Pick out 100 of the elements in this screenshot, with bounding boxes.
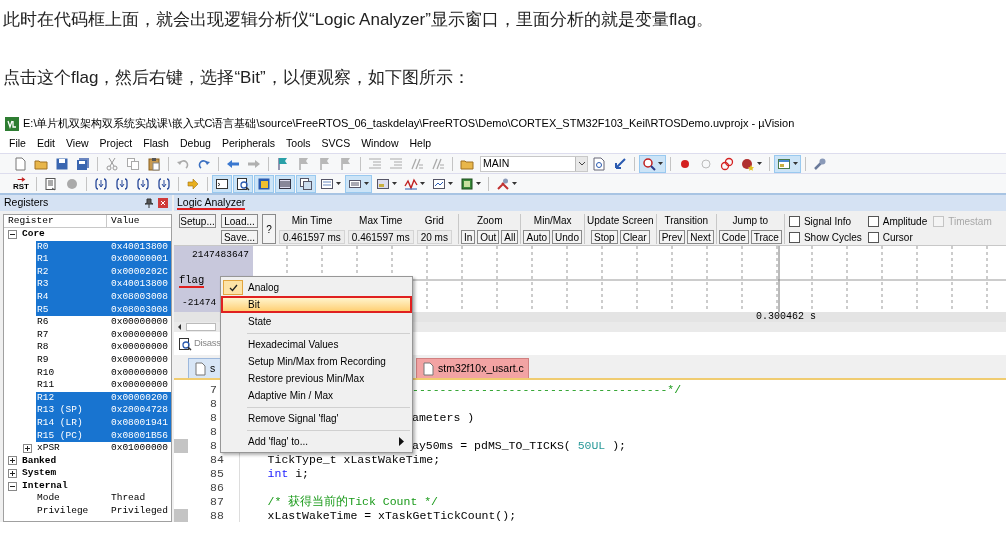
toolbar-button[interactable] (639, 154, 666, 173)
button[interactable]: Auto (523, 230, 551, 244)
checkbox[interactable] (788, 215, 800, 227)
expand-icon[interactable] (8, 456, 17, 466)
command-window-icon (215, 176, 229, 191)
tree-row[interactable]: xPSR 0x01000000 (36, 442, 171, 455)
selected-row[interactable]: R3 0x40013800 (36, 278, 171, 291)
menu-item[interactable]: Project (99, 135, 133, 152)
menu-item[interactable]: Bit (221, 296, 412, 313)
checkbox[interactable] (788, 231, 800, 243)
button[interactable]: Setup... (179, 214, 216, 228)
tree-row[interactable]: Core (21, 228, 171, 241)
editor-tab[interactable]: stm32f10x_usart.c (416, 358, 529, 378)
menu-item[interactable]: Peripherals (221, 135, 276, 152)
symbols-icon (257, 176, 271, 191)
menu-item[interactable]: Help (409, 135, 432, 152)
axis-max-label: 2147483647 (191, 248, 250, 261)
menu-item[interactable]: Tools (286, 135, 311, 152)
tree-row[interactable]: R11 0x00000000 (36, 379, 171, 392)
line-number: 88 (188, 509, 240, 522)
window-title: E:\单片机双架构双系统实战课\嵌入式C语言基础\source\FreeRTOS_06_taskdelay\FreeRTOS\Demo\CORTEX_STM32F103_Keil\RTOSDemo.uvprojx - µVision (23, 116, 795, 132)
column-header[interactable]: Register (4, 215, 107, 227)
tree-row[interactable]: Banked (21, 454, 171, 468)
tree-row[interactable]: Privilege Privileged (36, 505, 171, 518)
button[interactable]: Load... (221, 214, 258, 228)
tree-row[interactable]: R10 0x00000000 (36, 366, 171, 380)
comment-icon (431, 156, 445, 171)
selected-row[interactable]: R1 0x00000001 (36, 253, 171, 266)
button[interactable]: ? (262, 214, 276, 244)
toolbar-button[interactable] (212, 174, 232, 193)
button[interactable]: Undo (552, 230, 582, 244)
button[interactable]: In (460, 230, 476, 244)
tree-row[interactable]: Internal (21, 479, 171, 493)
submenu-arrow-icon (399, 437, 404, 446)
collapse-icon[interactable] (8, 481, 17, 491)
tree-row[interactable]: R9 0x00000000 (36, 353, 171, 367)
file-icon (421, 361, 435, 376)
tree-row[interactable]: System (21, 467, 171, 480)
column-header[interactable]: Value (107, 215, 140, 227)
button[interactable]: Out (477, 230, 500, 244)
target-select[interactable]: MAIN (480, 155, 588, 172)
button[interactable]: Next (687, 230, 714, 244)
comment-icon (410, 156, 424, 171)
checkbox-label: Cursor (882, 230, 913, 245)
signal-name[interactable]: flag (179, 274, 205, 288)
check-icon (228, 283, 238, 292)
selected-row[interactable]: R12 0x00000200 (36, 391, 171, 405)
caret-icon (392, 182, 397, 185)
tree-row[interactable]: R8 0x00000000 (36, 341, 171, 354)
menu-item[interactable]: Setup Min/Max from Recording (221, 353, 412, 370)
field-label: Max Time (359, 214, 403, 228)
scroll-thumb[interactable] (186, 323, 216, 331)
selected-row[interactable]: R13 (SP) 0x20004728 (36, 404, 171, 417)
button[interactable]: Clear (619, 230, 650, 244)
checkbox[interactable] (867, 215, 879, 227)
expand-icon[interactable] (8, 469, 17, 479)
bookmark-icon (297, 156, 311, 171)
menu-item[interactable]: Analog (221, 279, 412, 296)
checkbox[interactable] (867, 231, 879, 243)
pin-icon[interactable] (144, 198, 154, 208)
toolbar-button[interactable] (233, 174, 253, 193)
button[interactable]: Trace (750, 230, 782, 244)
bookmark-icon (339, 156, 353, 171)
button[interactable]: Prev (658, 230, 686, 244)
tree-row[interactable]: R7 0x00000000 (36, 328, 171, 342)
button[interactable]: Stop (591, 230, 618, 244)
collapse-icon[interactable] (8, 229, 17, 239)
menu-item[interactable]: State (221, 313, 412, 330)
panel-title: Registers (4, 195, 49, 211)
circle-icon (699, 156, 713, 171)
expand-icon[interactable] (23, 443, 32, 453)
button[interactable]: Code (718, 230, 749, 244)
toolbar-button[interactable] (275, 174, 295, 193)
tree-row[interactable]: R6 0x00000000 (36, 316, 171, 329)
group-label: Min/Max (533, 214, 572, 228)
line-number: 85 (188, 467, 240, 481)
menu-item[interactable]: Flash (143, 135, 169, 152)
readout-field: 20 ms (416, 230, 452, 244)
stop-icon (65, 176, 79, 191)
selected-row[interactable]: R0 0x40013800 (36, 240, 171, 254)
menu-item[interactable]: Debug (179, 135, 211, 152)
button[interactable]: Save... (221, 230, 258, 244)
button[interactable]: All (501, 230, 519, 244)
panel-tab[interactable]: Disass (194, 336, 221, 351)
toolbar-button[interactable]: RST (10, 174, 32, 193)
menu-item[interactable]: Window (361, 135, 399, 152)
menu-item[interactable]: View (66, 135, 89, 152)
caret-icon (512, 182, 517, 185)
menu-item[interactable]: Edit (36, 135, 55, 152)
magnifier-icon (642, 156, 656, 171)
menu-item[interactable]: SVCS (321, 135, 351, 152)
menu-item[interactable]: Hexadecimal Values (221, 336, 412, 353)
reset-icon (15, 176, 27, 182)
menu-item[interactable]: File (9, 135, 26, 152)
close-icon[interactable] (158, 198, 168, 208)
toolbar-button[interactable] (254, 174, 274, 193)
flag-icon (276, 156, 290, 171)
tree-row[interactable]: Mode Thread (36, 492, 171, 506)
toolbar-button[interactable] (296, 174, 316, 193)
toolbar-button[interactable] (345, 174, 372, 193)
